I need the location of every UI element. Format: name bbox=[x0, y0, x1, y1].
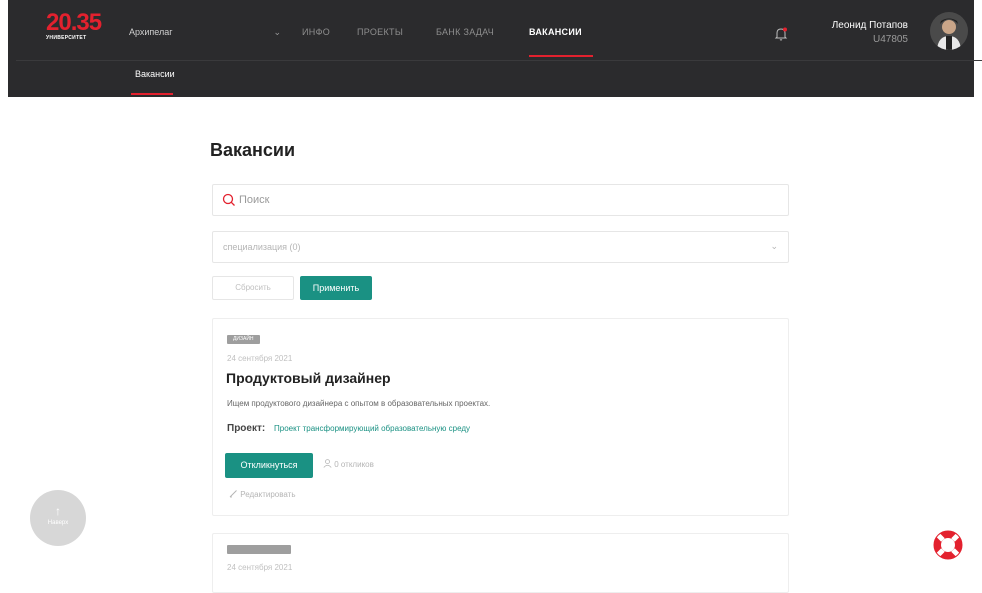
logo-number: 20.35 bbox=[46, 9, 102, 36]
pencil-icon bbox=[229, 490, 237, 498]
respond-button[interactable]: Откликнуться bbox=[225, 453, 313, 478]
nav-info[interactable]: ИНФО bbox=[302, 27, 330, 37]
university-logo[interactable]: 20.35 УНИВЕРСИТЕТ bbox=[46, 9, 102, 44]
nav-task-bank[interactable]: БАНК ЗАДАЧ bbox=[436, 27, 494, 37]
lifebuoy-icon[interactable] bbox=[930, 527, 966, 563]
avatar[interactable] bbox=[930, 12, 968, 50]
chevron-down-icon: ⌄ bbox=[770, 241, 778, 251]
top-header: 20.35 УНИВЕРСИТЕТ Архипелаг ⌄ ИНФО ПРОЕК… bbox=[8, 0, 982, 97]
project-label: Проект: bbox=[227, 423, 266, 434]
scroll-to-top-button[interactable]: ↑ Наверх bbox=[30, 490, 86, 546]
scroll-to-top-label: Наверх bbox=[47, 520, 69, 526]
search-icon bbox=[222, 193, 235, 206]
edit-link[interactable]: Редактировать bbox=[229, 489, 296, 499]
vacancy-description: Ищем продуктового дизайнера с опытом в о… bbox=[227, 399, 491, 408]
responses-label: 0 откликов bbox=[334, 460, 374, 469]
workspace-select[interactable]: Архипелаг ⌄ bbox=[129, 27, 281, 43]
responses-count: 0 откликов bbox=[323, 459, 374, 469]
specialization-placeholder: специализация (0) bbox=[223, 242, 301, 252]
nav-vacancies[interactable]: ВАКАНСИИ bbox=[529, 27, 582, 37]
edit-label: Редактировать bbox=[240, 490, 296, 499]
category-tag bbox=[227, 545, 291, 554]
search-input[interactable]: Поиск bbox=[212, 184, 789, 216]
nav-projects[interactable]: ПРОЕКТЫ bbox=[357, 27, 403, 37]
page-title: Вакансии bbox=[210, 140, 296, 160]
nav-active-indicator bbox=[529, 55, 593, 57]
subnav-tab-vacancies[interactable]: Вакансии bbox=[135, 69, 175, 79]
notification-bell-icon[interactable] bbox=[773, 26, 789, 42]
apply-button[interactable]: Применить bbox=[300, 276, 372, 300]
vacancy-title[interactable]: Продуктовый дизайнер bbox=[226, 370, 391, 386]
arrow-up-icon: ↑ bbox=[55, 504, 61, 518]
vacancy-card: ДИЗАЙН 24 сентября 2021 Продуктовый диза… bbox=[212, 318, 789, 516]
vacancy-card: 24 сентября 2021 bbox=[212, 533, 789, 593]
workspace-select-value: Архипелаг bbox=[129, 27, 173, 37]
subnav-active-indicator bbox=[131, 93, 173, 95]
project-link[interactable]: Проект трансформирующий образовательную … bbox=[274, 424, 470, 433]
user-id: U47805 bbox=[872, 34, 908, 45]
vacancy-date: 24 сентября 2021 bbox=[227, 354, 293, 363]
chevron-down-icon: ⌄ bbox=[273, 27, 281, 37]
reset-button[interactable]: Сбросить bbox=[212, 276, 294, 300]
person-icon bbox=[323, 459, 332, 468]
specialization-select[interactable]: специализация (0) ⌄ bbox=[212, 231, 789, 263]
category-tag: ДИЗАЙН bbox=[227, 335, 260, 344]
user-name[interactable]: Леонид Потапов bbox=[832, 20, 908, 31]
header-divider bbox=[16, 60, 982, 61]
search-placeholder: Поиск bbox=[239, 194, 270, 206]
